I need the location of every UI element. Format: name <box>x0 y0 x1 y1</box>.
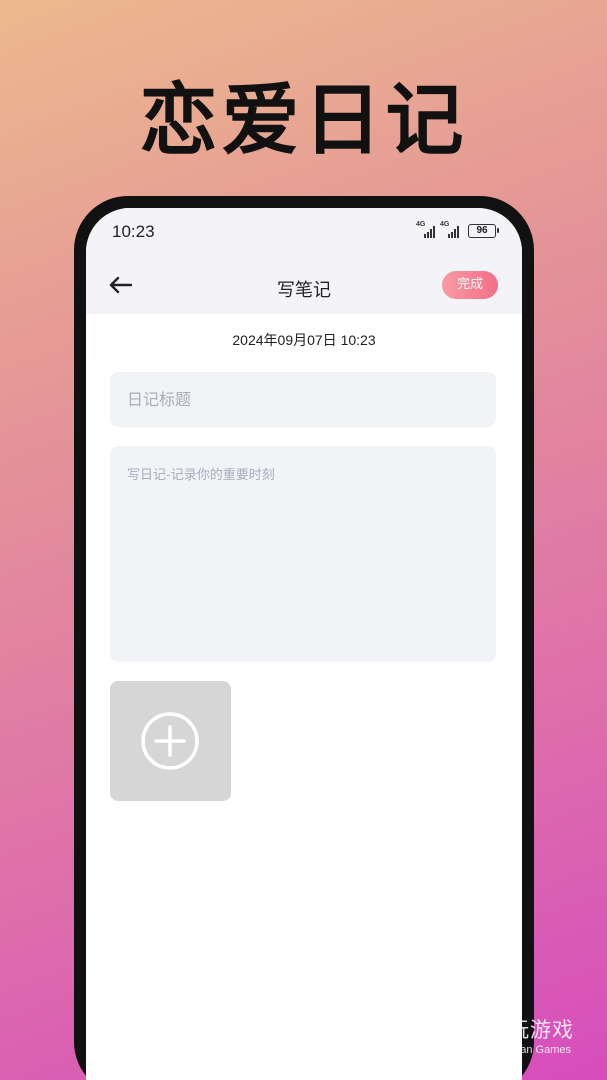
status-bar: 10:23 4G 4G 96 <box>86 208 522 260</box>
network-type-label: 4G <box>440 221 450 228</box>
signal-icon: 4G <box>440 221 459 238</box>
battery-icon: 96 <box>468 224 499 238</box>
phone-frame: 10:23 4G 4G 96 写笔记 完成 2024年09月07日 10:23 … <box>74 196 534 1080</box>
watermark-name-cn: 仍玩游戏 <box>486 1018 574 1042</box>
diary-date: 2024年09月07日 10:23 <box>232 332 376 348</box>
nav-bar: 写笔记 完成 <box>86 260 522 314</box>
diary-title-input[interactable]: 日记标题 <box>110 372 496 427</box>
promo-title: 恋爱日记 <box>139 75 468 166</box>
add-photo-button[interactable] <box>110 681 231 801</box>
status-icons: 4G 4G 96 <box>416 221 499 238</box>
watermark-logo-icon <box>436 1019 475 1056</box>
status-time: 10:23 <box>112 222 155 241</box>
plus-circle-icon <box>141 712 199 770</box>
network-type-label: 4G <box>416 221 426 228</box>
signal-icon: 4G <box>416 221 435 238</box>
watermark: 仍玩游戏 Rengwan Games <box>432 1012 597 1062</box>
done-button[interactable]: 完成 <box>442 271 498 299</box>
app-screen: 10:23 4G 4G 96 写笔记 完成 2024年09月07日 10:23 … <box>86 208 522 1080</box>
diary-content-input[interactable]: 写日记-记录你的重要时刻 <box>110 446 496 662</box>
watermark-name-en: Rengwan Games <box>486 1044 571 1056</box>
